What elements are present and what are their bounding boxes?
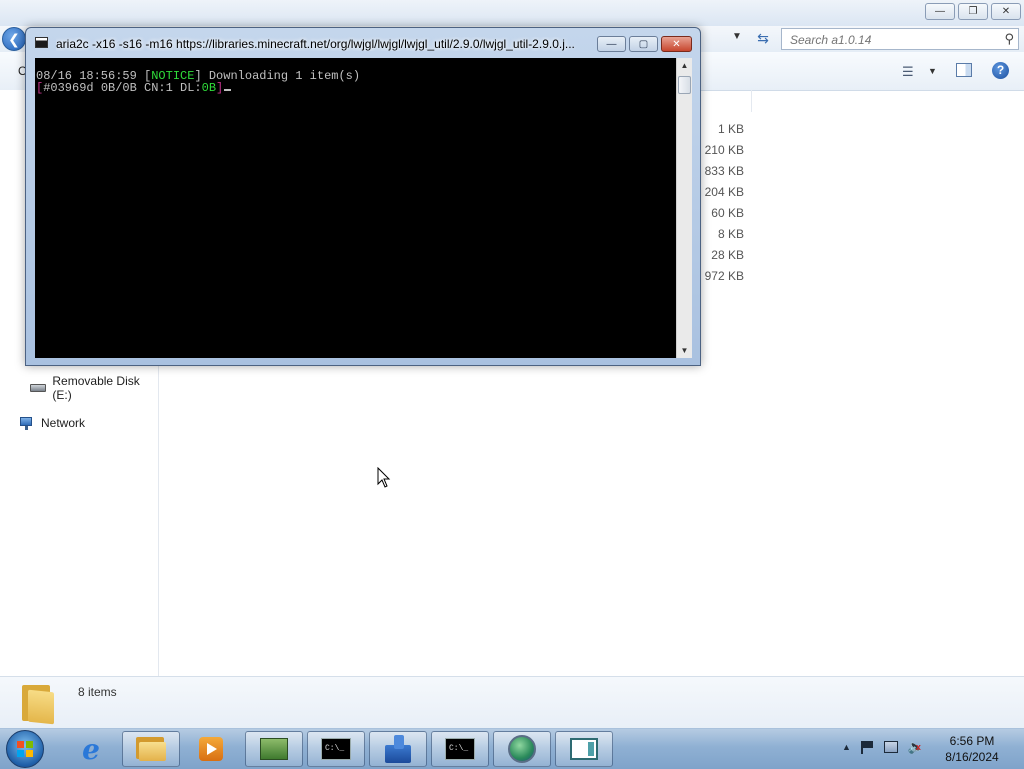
console-window[interactable]: aria2c -x16 -s16 -m16 https://libraries.… xyxy=(25,27,701,366)
command-prompt-icon: C:\_ xyxy=(321,738,351,760)
progress-close-bracket: ] xyxy=(216,81,224,95)
taskbar-command-prompt-1[interactable]: C:\_ xyxy=(307,731,365,767)
taskbar-command-prompt-2[interactable]: C:\_ xyxy=(431,731,489,767)
mouse-pointer-icon xyxy=(377,467,391,488)
show-hidden-icons-arrow-icon[interactable]: ▲ xyxy=(842,742,851,752)
taskbar-window-app[interactable] xyxy=(555,731,613,767)
details-pane: 8 items xyxy=(0,676,1024,729)
system-clock[interactable]: 6:56 PM 8/16/2024 xyxy=(940,733,1004,765)
nav-item-network[interactable]: Network xyxy=(20,416,85,430)
explorer-close-button[interactable]: ✕ xyxy=(991,3,1021,20)
taskbar: e C:\_ C:\_ ▲ 🔈 x 6:56 PM 8/16/2024 xyxy=(0,728,1024,769)
console-app-icon[interactable] xyxy=(35,37,48,48)
download-speed: 0B xyxy=(201,81,217,95)
taskbar-media-player[interactable] xyxy=(182,731,240,767)
search-input[interactable] xyxy=(788,30,992,50)
back-arrow-icon[interactable]: ❮ xyxy=(2,27,26,51)
views-dropdown-icon[interactable]: ▼ xyxy=(928,66,937,76)
scroll-up-arrow-icon[interactable]: ▲ xyxy=(677,58,692,73)
change-view-icon[interactable]: ☰ xyxy=(902,64,914,80)
nav-item-label: Removable Disk (E:) xyxy=(52,374,140,402)
action-center-flag-icon[interactable] xyxy=(860,740,874,754)
folder-icon xyxy=(20,683,56,725)
scroll-down-arrow-icon[interactable]: ▼ xyxy=(677,343,692,358)
globe-browser-icon xyxy=(508,735,536,763)
console-close-button[interactable]: ✕ xyxy=(661,36,692,52)
console-title-bar[interactable]: aria2c -x16 -s16 -m16 https://libraries.… xyxy=(26,28,700,58)
circuit-board-icon xyxy=(260,738,288,760)
network-icon xyxy=(20,416,35,430)
nav-item-removable-disk[interactable]: Removable Disk (E:) xyxy=(30,374,158,402)
help-icon[interactable]: ? xyxy=(992,62,1009,79)
console-scrollbar[interactable]: ▲ ▼ xyxy=(676,58,692,358)
removable-disk-icon xyxy=(30,384,47,392)
network-status-icon[interactable] xyxy=(883,741,898,753)
clock-date: 8/16/2024 xyxy=(945,750,999,764)
system-tray: ▲ 🔈 x xyxy=(842,739,924,755)
nav-item-label: Network xyxy=(41,416,86,430)
taskbar-stack-app[interactable] xyxy=(369,731,427,767)
explorer-maximize-button[interactable]: ❐ xyxy=(958,3,988,20)
console-output[interactable]: 08/16 18:56:59 [NOTICE] Downloading 1 it… xyxy=(35,58,676,358)
file-explorer-icon xyxy=(136,737,166,761)
internet-explorer-icon: e xyxy=(82,732,100,766)
media-player-icon xyxy=(199,737,223,761)
taskbar-globe-browser[interactable] xyxy=(493,731,551,767)
volume-muted-icon[interactable]: 🔈 x xyxy=(908,739,924,755)
start-orb-icon[interactable] xyxy=(6,730,44,768)
stack-app-icon xyxy=(385,735,411,763)
scroll-thumb[interactable] xyxy=(678,76,691,94)
explorer-title-bar: — ❐ ✕ xyxy=(0,0,1024,26)
taskbar-circuit-app[interactable] xyxy=(245,731,303,767)
clock-time: 6:56 PM xyxy=(949,734,995,748)
explorer-minimize-button[interactable]: — xyxy=(925,3,955,20)
column-divider[interactable] xyxy=(751,90,752,112)
items-count: 8 items xyxy=(78,685,117,699)
address-dropdown-icon[interactable]: ▼ xyxy=(732,31,742,42)
window-app-icon xyxy=(570,738,598,760)
console-minimize-button[interactable]: — xyxy=(597,36,626,52)
search-box[interactable]: ⚲ xyxy=(781,28,1019,50)
console-title: aria2c -x16 -s16 -m16 https://libraries.… xyxy=(56,37,575,51)
refresh-icon[interactable]: ⇆ xyxy=(752,28,774,48)
taskbar-file-explorer[interactable] xyxy=(122,731,180,767)
text-cursor xyxy=(224,89,232,91)
console-line: [#03969d 0B/0B CN:1 DL:0B] xyxy=(36,81,232,95)
console-maximize-button[interactable]: ▢ xyxy=(629,36,658,52)
taskbar-internet-explorer[interactable]: e xyxy=(62,731,120,767)
command-prompt-icon: C:\_ xyxy=(445,738,475,760)
progress-text: #03969d 0B/0B CN:1 DL: xyxy=(43,81,202,95)
search-icon[interactable]: ⚲ xyxy=(1004,31,1014,47)
preview-pane-icon[interactable] xyxy=(956,63,972,77)
